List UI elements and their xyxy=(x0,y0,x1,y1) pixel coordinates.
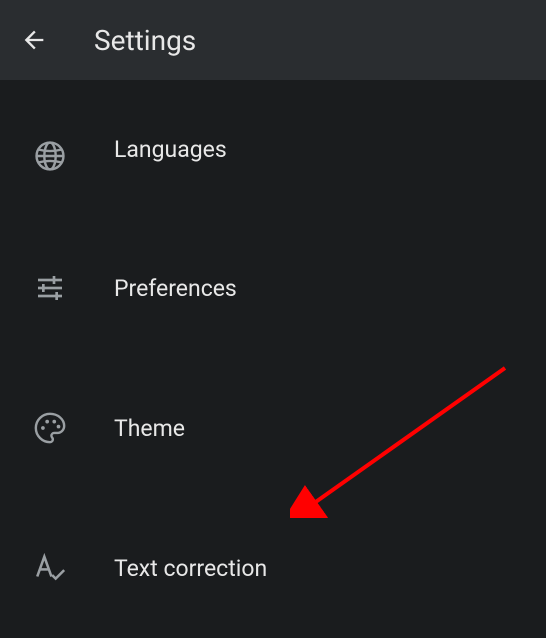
back-button[interactable] xyxy=(18,24,50,56)
list-item-languages[interactable]: Languages xyxy=(0,108,546,218)
sliders-icon xyxy=(30,268,70,308)
settings-list: Languages Preferences Theme xyxy=(0,80,546,638)
page-title: Settings xyxy=(94,24,196,57)
list-item-label: Languages xyxy=(114,136,227,163)
list-item-preferences[interactable]: Preferences xyxy=(0,218,546,358)
list-item-text-correction[interactable]: Text correction xyxy=(0,498,546,638)
list-item-label: Text correction xyxy=(114,555,267,582)
palette-icon xyxy=(30,408,70,448)
globe-icon xyxy=(30,136,70,176)
header: Settings xyxy=(0,0,546,80)
list-item-label: Preferences xyxy=(114,275,237,302)
list-item-label: Theme xyxy=(114,415,185,442)
arrow-back-icon xyxy=(20,26,48,54)
list-item-theme[interactable]: Theme xyxy=(0,358,546,498)
text-check-icon xyxy=(30,548,70,588)
